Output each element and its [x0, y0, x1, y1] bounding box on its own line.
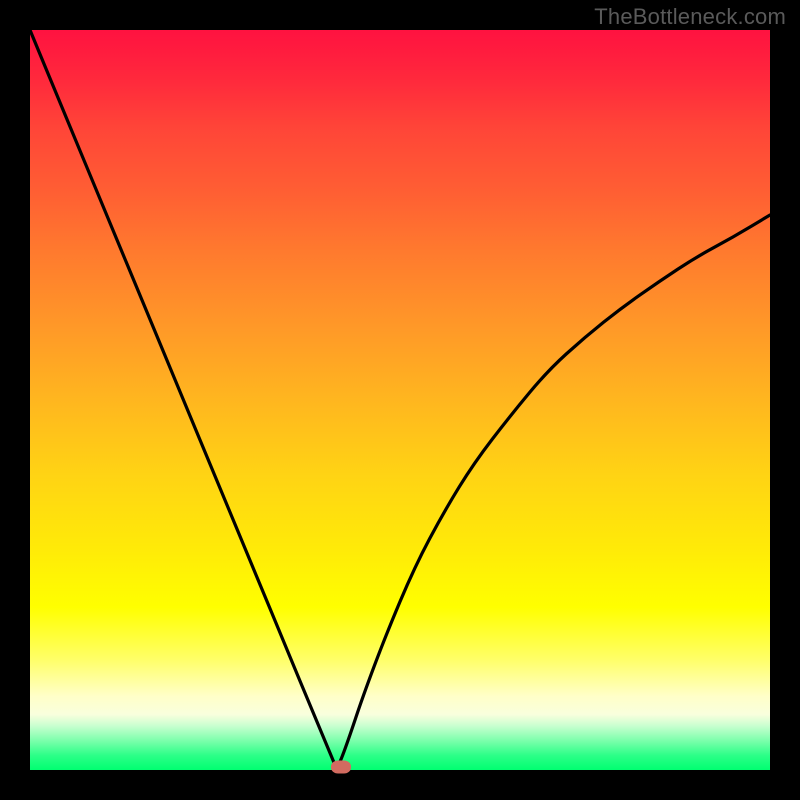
chart-frame: TheBottleneck.com — [0, 0, 800, 800]
curve-svg — [30, 30, 770, 770]
highlight-marker — [331, 761, 351, 774]
curve-path — [30, 30, 770, 767]
watermark-text: TheBottleneck.com — [594, 4, 786, 30]
plot-area — [30, 30, 770, 770]
